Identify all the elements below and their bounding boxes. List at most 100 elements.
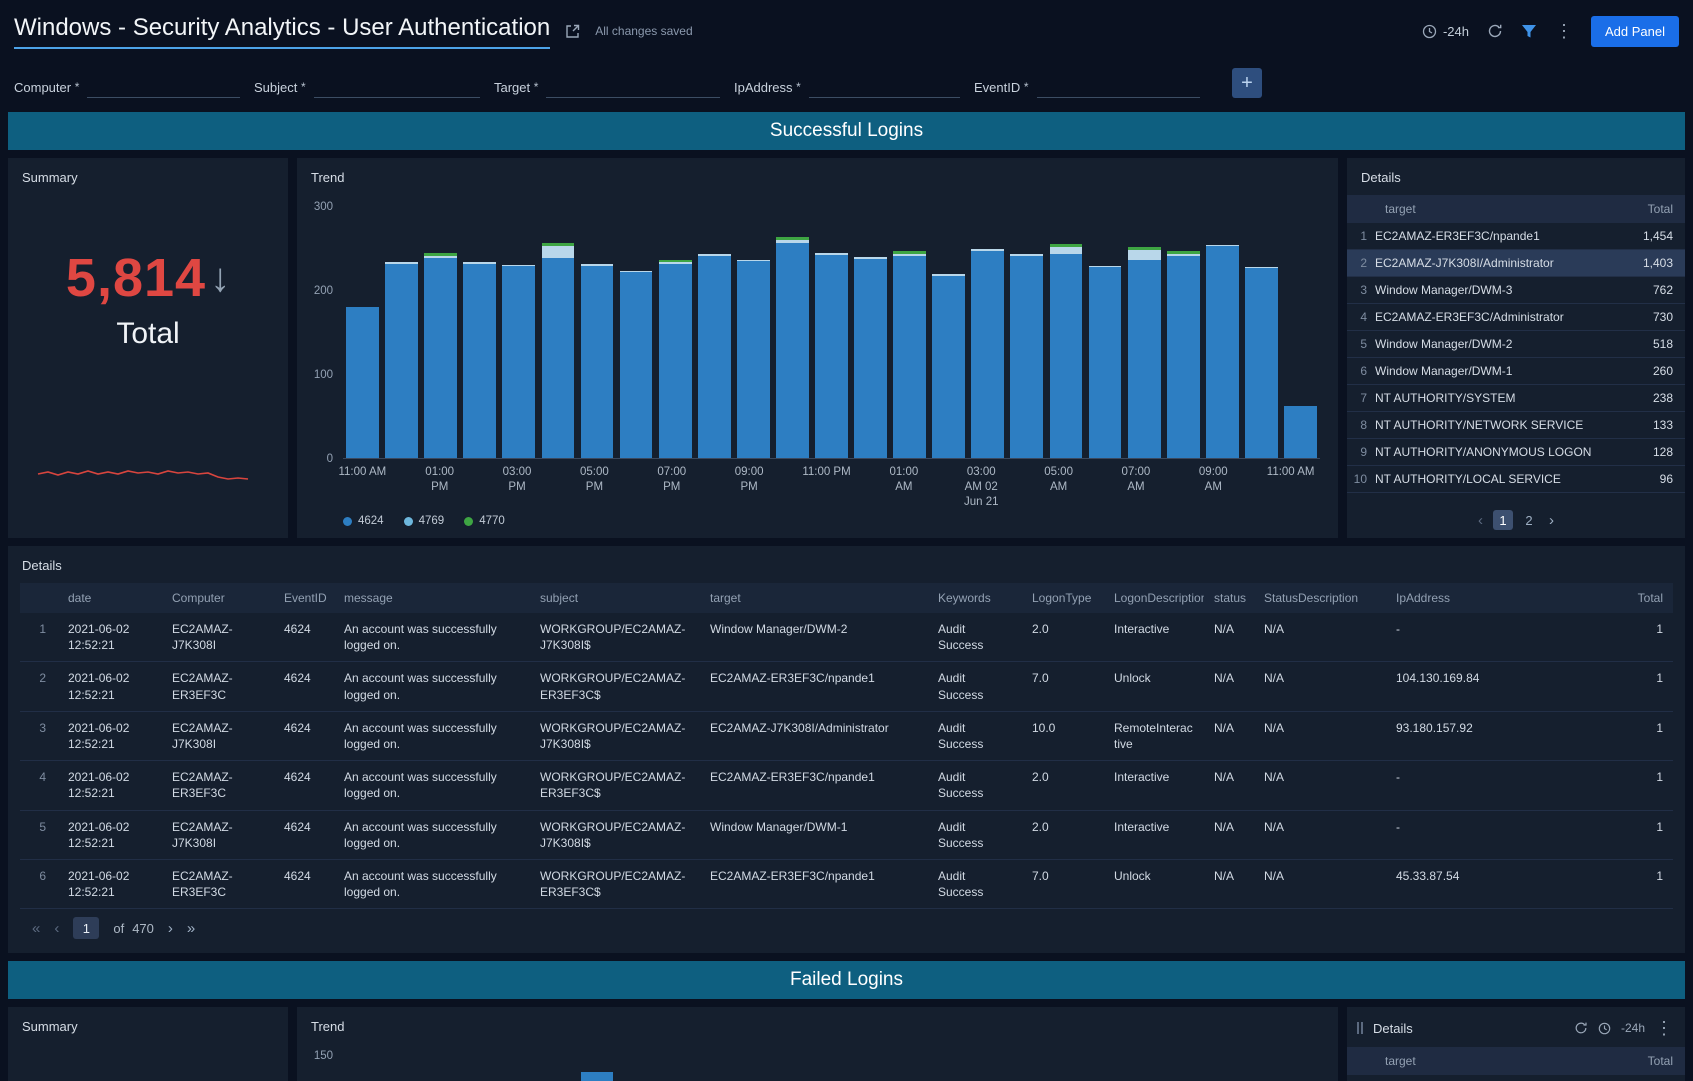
column-header-target[interactable]: target (700, 583, 928, 613)
trend-bar[interactable] (1007, 207, 1046, 458)
clock-icon[interactable] (1598, 1022, 1611, 1035)
column-header-computer[interactable]: Computer (162, 583, 274, 613)
column-header-keywords[interactable]: Keywords (928, 583, 1022, 613)
trend-bar[interactable] (1164, 207, 1203, 458)
trend-bar[interactable] (890, 1056, 929, 1081)
column-header-total[interactable]: Total (1498, 583, 1673, 613)
add-filter-button[interactable]: + (1232, 68, 1262, 98)
next-page-chevron-icon[interactable]: › (1549, 512, 1554, 529)
time-range-control[interactable]: -24h (1422, 24, 1469, 39)
panel-time-range[interactable]: -24h (1621, 1021, 1645, 1035)
column-header-logontype[interactable]: LogonType (1022, 583, 1104, 613)
target-row[interactable]: 7NT AUTHORITY/SYSTEM238 (1347, 385, 1685, 412)
column-header-ipaddress[interactable]: IpAddress (1386, 583, 1498, 613)
trend-bar[interactable] (1281, 1056, 1320, 1081)
next-page-icon[interactable]: › (168, 920, 173, 937)
trend-bar[interactable] (382, 207, 421, 458)
target-row[interactable]: 3Window Manager/DWM-3762 (1347, 277, 1685, 304)
trend-bar[interactable] (421, 1056, 460, 1081)
trend-bar[interactable] (538, 207, 577, 458)
filter-input-ipaddress[interactable] (809, 76, 960, 98)
event-row[interactable]: 42021-06-02 12:52:21EC2AMAZ-ER3EF3C4624A… (20, 761, 1673, 810)
trend-bar[interactable] (1125, 207, 1164, 458)
trend-bar[interactable] (1007, 1056, 1046, 1081)
trend-bar[interactable] (1085, 1056, 1124, 1081)
trend-bar[interactable] (421, 207, 460, 458)
refresh-icon[interactable] (1574, 1021, 1588, 1035)
total-column-header[interactable]: Total (1621, 195, 1685, 223)
legend-item-4624[interactable]: 4624 (343, 515, 384, 527)
trend-bar[interactable] (499, 1056, 538, 1081)
trend-bar[interactable] (773, 1056, 812, 1081)
trend-bar[interactable] (968, 1056, 1007, 1081)
column-header-message[interactable]: message (334, 583, 530, 613)
target-row[interactable]: 8NT AUTHORITY/NETWORK SERVICE133 (1347, 412, 1685, 439)
trend-bar[interactable] (851, 207, 890, 458)
trend-bar[interactable] (890, 207, 929, 458)
trend-bar[interactable] (538, 1056, 577, 1081)
target-row[interactable]: 5Window Manager/DWM-2518 (1347, 331, 1685, 358)
trend-bar[interactable] (656, 1056, 695, 1081)
prev-page-chevron-icon[interactable]: ‹ (1478, 512, 1483, 529)
target-row[interactable]: 9NT AUTHORITY/ANONYMOUS LOGON128 (1347, 439, 1685, 466)
drag-handle-icon[interactable] (1357, 1022, 1363, 1034)
trend-bar[interactable] (929, 207, 968, 458)
trend-bar[interactable] (499, 207, 538, 458)
column-header-date[interactable]: date (58, 583, 162, 613)
prev-page-icon[interactable]: ‹ (54, 920, 59, 937)
trend-bar[interactable] (1046, 207, 1085, 458)
trend-bar[interactable] (1203, 1056, 1242, 1081)
trend-bar[interactable] (695, 207, 734, 458)
filter-icon[interactable] (1521, 24, 1537, 39)
trend-bar[interactable] (1164, 1056, 1203, 1081)
filter-input-eventid[interactable] (1037, 76, 1200, 98)
column-header-statusdescription[interactable]: StatusDescription (1254, 583, 1386, 613)
event-row[interactable]: 62021-06-02 12:52:21EC2AMAZ-ER3EF3C4624A… (20, 859, 1673, 908)
trend-bar[interactable] (773, 207, 812, 458)
target-row[interactable]: 4EC2AMAZ-ER3EF3C/Administrator730 (1347, 304, 1685, 331)
target-row[interactable]: 1EC2AMAZ-ER3EF3C/npande11,454 (1347, 223, 1685, 250)
target-row[interactable]: 2EC2AMAZ-J7K308I/Administrator1,403 (1347, 250, 1685, 277)
filter-input-target[interactable] (546, 76, 720, 98)
page-title[interactable]: Windows - Security Analytics - User Auth… (14, 14, 550, 49)
share-icon[interactable] (564, 23, 581, 40)
trend-bar[interactable] (656, 207, 695, 458)
trend-bar[interactable] (460, 207, 499, 458)
trend-bar[interactable] (695, 1056, 734, 1081)
section-header-failed-logins[interactable]: Failed Logins (8, 961, 1685, 999)
trend-bar[interactable] (1125, 1056, 1164, 1081)
trend-bar[interactable] (1242, 207, 1281, 458)
trend-bar[interactable] (968, 207, 1007, 458)
trend-bar[interactable] (460, 1056, 499, 1081)
add-panel-button[interactable]: Add Panel (1591, 16, 1679, 47)
trend-bar[interactable] (382, 1056, 421, 1081)
trend-bar[interactable] (617, 1056, 656, 1081)
trend-bar[interactable] (617, 207, 656, 458)
target-row[interactable]: 10NT AUTHORITY/LOCAL SERVICE96 (1347, 466, 1685, 493)
trend-bar[interactable] (1281, 207, 1320, 458)
filter-input-computer[interactable] (87, 76, 240, 98)
trend-bar[interactable] (929, 1056, 968, 1081)
refresh-icon[interactable] (1487, 23, 1503, 39)
target-column-header[interactable]: target (1375, 195, 1621, 223)
legend-item-4769[interactable]: 4769 (404, 515, 445, 527)
kebab-menu-icon[interactable]: ⋮ (1555, 22, 1573, 40)
event-row[interactable]: 12021-06-02 12:52:21EC2AMAZ-J7K308I4624A… (20, 613, 1673, 662)
pagination-page-2[interactable]: 2 (1519, 510, 1539, 530)
trend-bar[interactable] (343, 1056, 382, 1081)
event-row[interactable]: 52021-06-02 12:52:21EC2AMAZ-J7K308I4624A… (20, 810, 1673, 859)
kebab-menu-icon[interactable]: ⋮ (1655, 1019, 1673, 1037)
section-header-successful-logins[interactable]: Successful Logins (8, 112, 1685, 150)
current-page-box[interactable]: 1 (73, 917, 99, 939)
trend-bar[interactable] (1242, 1056, 1281, 1081)
filter-input-subject[interactable] (314, 76, 480, 98)
pagination-page-1[interactable]: 1 (1493, 510, 1513, 530)
target-row[interactable]: 1null/ADMINISTRATOR1,921 (1347, 1075, 1685, 1081)
trend-bar[interactable] (1085, 207, 1124, 458)
trend-bar[interactable] (812, 207, 851, 458)
legend-item-4770[interactable]: 4770 (464, 515, 505, 527)
trend-bar[interactable] (851, 1056, 890, 1081)
event-row[interactable]: 22021-06-02 12:52:21EC2AMAZ-ER3EF3C4624A… (20, 662, 1673, 711)
trend-bar[interactable] (734, 1056, 773, 1081)
trend-bar[interactable] (812, 1056, 851, 1081)
